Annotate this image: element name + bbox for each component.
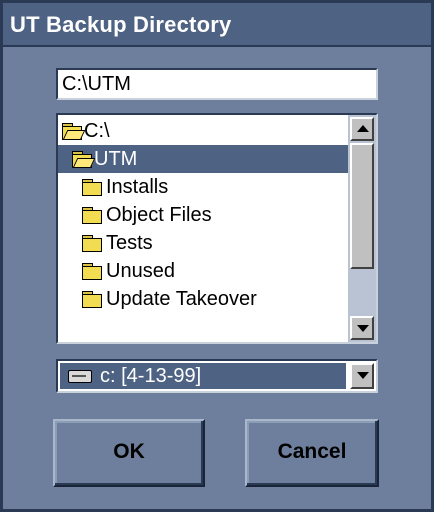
drive-label: c: [4-13-99]	[100, 365, 202, 387]
directory-list[interactable]: C:\ UTM Installs Object Files Tests Unus…	[56, 113, 378, 344]
list-item-label: Update Takeover	[106, 288, 257, 310]
list-item[interactable]: UTM	[58, 145, 348, 173]
open-folder-icon	[72, 151, 96, 168]
scrollbar-thumb[interactable]	[350, 143, 374, 269]
list-item[interactable]: Unused	[58, 257, 348, 285]
folder-icon	[82, 235, 102, 252]
list-item[interactable]: Tests	[58, 229, 348, 257]
list-item-label: Tests	[106, 232, 153, 254]
path-input[interactable]: C:\UTM	[56, 68, 378, 100]
open-folder-icon	[62, 123, 86, 140]
list-item-label: Unused	[106, 260, 175, 282]
list-item-label: Object Files	[106, 204, 212, 226]
list-item[interactable]: Update Takeover	[58, 285, 348, 313]
folder-icon	[82, 207, 102, 224]
arrow-down-icon	[357, 325, 369, 332]
drive-dropdown-button[interactable]	[350, 363, 374, 389]
folder-icon	[82, 291, 102, 308]
cancel-button[interactable]: Cancel	[245, 419, 379, 487]
dialog-title: UT Backup Directory	[10, 12, 232, 37]
vertical-scrollbar[interactable]	[348, 115, 376, 342]
list-item[interactable]: Object Files	[58, 201, 348, 229]
drive-selected-value: c: [4-13-99]	[60, 363, 346, 389]
list-item-label: UTM	[94, 148, 138, 170]
chevron-down-icon	[357, 372, 369, 379]
title-bar[interactable]: UT Backup Directory	[3, 3, 431, 47]
ok-button[interactable]: OK	[53, 419, 205, 487]
folder-icon	[82, 179, 102, 196]
hard-drive-icon	[68, 370, 92, 383]
drive-select[interactable]: c: [4-13-99]	[56, 359, 378, 393]
scroll-up-button[interactable]	[350, 117, 374, 141]
list-item-label: C:\	[84, 120, 110, 142]
backup-directory-dialog: UT Backup Directory C:\UTM C:\ UTM Insta…	[0, 0, 434, 512]
scroll-down-button[interactable]	[350, 316, 374, 340]
folder-icon	[82, 263, 102, 280]
list-item[interactable]: Installs	[58, 173, 348, 201]
list-item[interactable]: C:\	[58, 117, 348, 145]
list-item-label: Installs	[106, 176, 169, 198]
arrow-up-icon	[357, 125, 369, 132]
